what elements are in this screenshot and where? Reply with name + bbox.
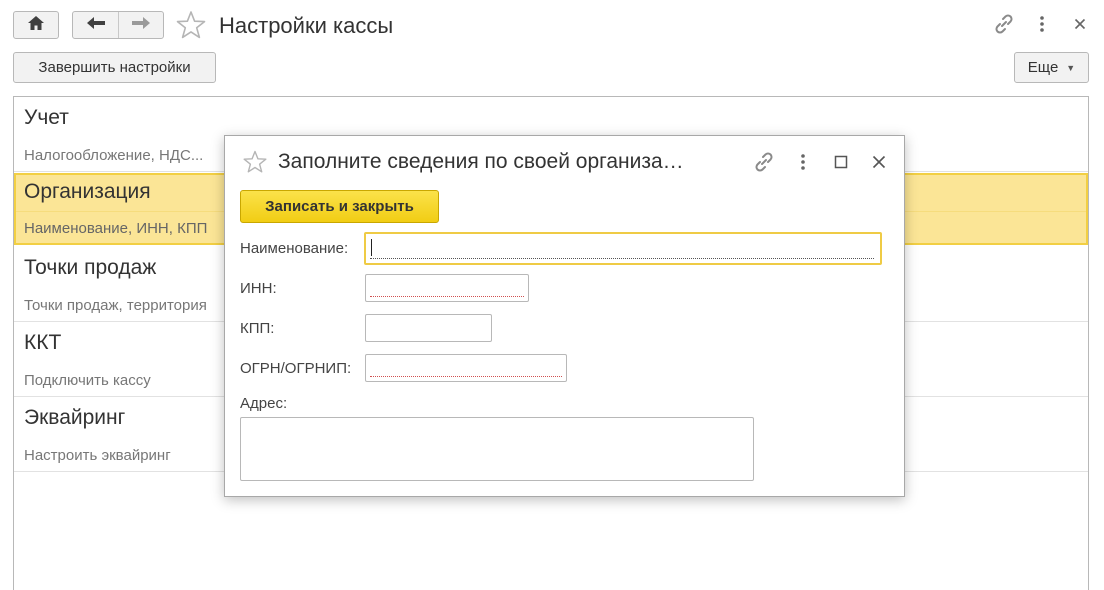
address-field[interactable] [240,417,754,481]
section-title: Точки продаж [24,256,157,279]
arrow-left-icon [86,16,106,35]
section-title: Организация [24,180,151,203]
close-icon[interactable] [867,150,891,174]
section-title: Эквайринг [24,406,126,429]
section-subtitle: Подключить кассу [24,372,151,389]
maximize-icon[interactable] [829,150,853,174]
favorite-star-icon[interactable] [242,150,268,174]
kpp-field[interactable] [365,314,492,342]
more-vertical-icon[interactable] [791,150,815,174]
page-title: Настройки кассы [219,13,394,38]
save-and-close-button[interactable]: Записать и закрыть [240,190,439,223]
section-subtitle: Точки продаж, территория [24,297,207,314]
home-icon [27,15,45,36]
chevron-down-icon: ▼ [1066,62,1076,73]
section-title: Учет [24,106,69,129]
favorite-star-icon[interactable] [175,10,207,40]
section-subtitle: Настроить эквайринг [24,447,171,464]
more-vertical-icon[interactable] [1030,12,1054,36]
forward-button[interactable] [118,12,163,38]
inn-label: ИНН: [240,280,277,297]
ogrn-label: ОГРН/ОГРНИП: [240,360,352,377]
link-icon[interactable] [992,12,1016,36]
address-label: Адрес: [240,395,288,412]
arrow-right-icon [131,16,151,35]
more-button[interactable]: Еще ▼ [1014,52,1089,83]
navigation-buttons [72,11,164,39]
text-cursor [371,239,372,256]
back-button[interactable] [73,12,118,38]
name-label: Наименование: [240,240,349,257]
dialog-title: Заполните сведения по своей организа… [278,150,684,173]
section-subtitle: Наименование, ИНН, КПП [24,220,208,237]
link-icon[interactable] [752,150,776,174]
close-icon[interactable] [1068,12,1092,36]
section-title: ККТ [24,331,62,354]
organization-details-dialog: Заполните сведения по своей организа… За… [224,135,905,497]
inn-field[interactable] [365,274,529,302]
home-button[interactable] [13,11,59,39]
name-field[interactable] [364,232,882,265]
kpp-label: КПП: [240,320,275,337]
ogrn-field[interactable] [365,354,567,382]
section-subtitle: Налогообложение, НДС... [24,147,204,164]
finish-settings-button[interactable]: Завершить настройки [13,52,216,83]
more-button-label: Еще [1027,59,1059,76]
